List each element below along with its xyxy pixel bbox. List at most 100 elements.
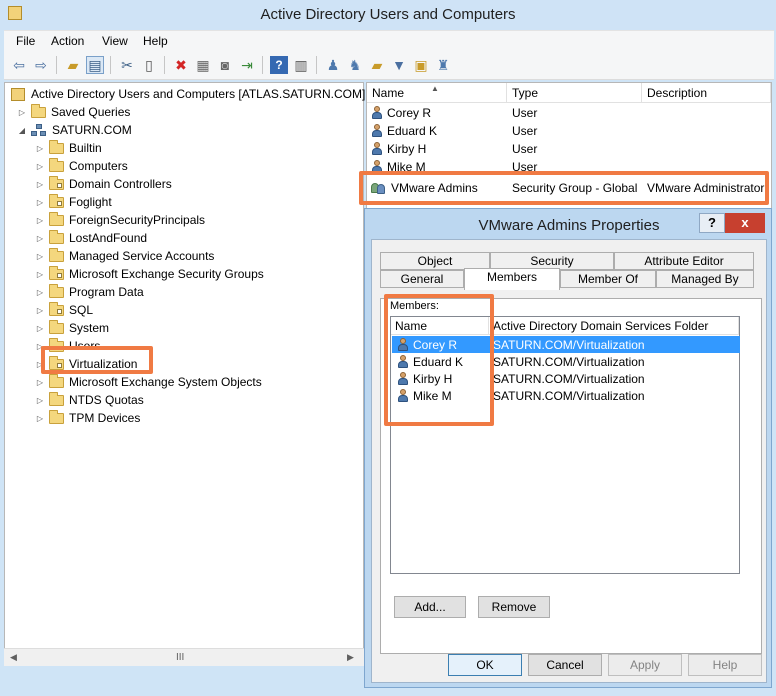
- domain-icon: [31, 123, 47, 137]
- add-button[interactable]: Add...: [394, 596, 466, 618]
- scroll-left-icon[interactable]: ◀: [10, 652, 17, 663]
- expand-arrow-icon[interactable]: ▷: [35, 216, 45, 225]
- tree-item-domain-controllers[interactable]: ▷ Domain Controllers: [35, 175, 172, 193]
- collapse-arrow-icon[interactable]: ◢: [17, 126, 27, 135]
- tree-item-label: Computers: [69, 159, 128, 173]
- column-header-description[interactable]: Description: [642, 83, 771, 103]
- properties-icon[interactable]: ▦: [194, 56, 212, 74]
- tree-item-sql[interactable]: ▷ SQL: [35, 301, 93, 319]
- tree-item-domain[interactable]: ◢ SATURN.COM: [17, 121, 132, 139]
- scroll-right-icon[interactable]: ▶: [347, 652, 354, 663]
- back-arrow-icon[interactable]: ⇦: [10, 56, 28, 74]
- tree-item-builtin[interactable]: ▷ Builtin: [35, 139, 102, 157]
- new-ou-icon[interactable]: ▰: [368, 56, 386, 74]
- tab-managed-by[interactable]: Managed By: [656, 270, 754, 288]
- tree-item-exchange-system-objects[interactable]: ▷ Microsoft Exchange System Objects: [35, 373, 262, 391]
- expand-arrow-icon[interactable]: ▷: [17, 108, 27, 117]
- expand-arrow-icon[interactable]: ▷: [35, 414, 45, 423]
- expand-arrow-icon[interactable]: ▷: [35, 162, 45, 171]
- remove-button[interactable]: Remove: [478, 596, 550, 618]
- refresh-icon[interactable]: ◙: [216, 56, 234, 74]
- expand-arrow-icon[interactable]: ▷: [35, 270, 45, 279]
- folder-icon: [49, 373, 64, 388]
- menu-bar: File Action View Help: [4, 30, 774, 50]
- tree-item-tpm-devices[interactable]: ▷ TPM Devices: [35, 409, 140, 427]
- tree-item-computers[interactable]: ▷ Computers: [35, 157, 128, 175]
- ok-button[interactable]: OK: [448, 654, 522, 676]
- folder-icon: [49, 391, 64, 406]
- highlight-members: [384, 294, 494, 426]
- help-icon[interactable]: ?: [270, 56, 288, 74]
- list-item-name: Kirby H: [387, 142, 427, 156]
- tree-root[interactable]: Active Directory Users and Computers [AT…: [11, 85, 365, 103]
- tree-item-label: SQL: [69, 303, 94, 317]
- forward-arrow-icon[interactable]: ⇨: [32, 56, 50, 74]
- show-console-tree-icon[interactable]: ▤: [86, 56, 104, 74]
- tree-item-saved-queries[interactable]: ▷ Saved Queries: [17, 103, 130, 121]
- folder-icon: [49, 319, 64, 334]
- console-tree[interactable]: Active Directory Users and Computers [AT…: [4, 82, 365, 666]
- new-group-icon[interactable]: ♞: [346, 56, 364, 74]
- close-button[interactable]: x: [725, 213, 765, 233]
- find-icon[interactable]: ▣: [412, 56, 430, 74]
- dialog-body: Object Security Attribute Editor General…: [371, 239, 767, 683]
- tree-item-program-data[interactable]: ▷ Program Data: [35, 283, 144, 301]
- list-item[interactable]: Kirby H User: [367, 140, 771, 158]
- up-folder-icon[interactable]: ▰: [64, 56, 82, 74]
- column-header-label: Description: [647, 86, 708, 100]
- menu-file[interactable]: File: [16, 34, 35, 48]
- list-item-name: Eduard K: [387, 124, 438, 138]
- filter-icon[interactable]: ▼: [390, 56, 408, 74]
- copy-icon[interactable]: ▯: [140, 56, 158, 74]
- tree-item-lost-and-found[interactable]: ▷ LostAndFound: [35, 229, 147, 247]
- horizontal-scrollbar[interactable]: ◀ III ▶: [4, 648, 364, 666]
- tree-item-system[interactable]: ▷ System: [35, 319, 109, 337]
- cut-icon[interactable]: ✂: [118, 56, 136, 74]
- add-to-group-icon[interactable]: ♜: [434, 56, 452, 74]
- action-pane-icon[interactable]: ▥: [292, 56, 310, 74]
- expand-arrow-icon[interactable]: ▷: [35, 252, 45, 261]
- tree-item-exchange-security-groups[interactable]: ▷ Microsoft Exchange Security Groups: [35, 265, 264, 283]
- expand-arrow-icon[interactable]: ▷: [35, 396, 45, 405]
- ou-folder-icon: [49, 175, 64, 190]
- tree-item-label: Saved Queries: [51, 105, 131, 119]
- help-button[interactable]: ?: [699, 213, 725, 233]
- ou-folder-icon: [49, 265, 64, 280]
- menu-help[interactable]: Help: [143, 34, 168, 48]
- tree-item-foreign-security-principals[interactable]: ▷ ForeignSecurityPrincipals: [35, 211, 205, 229]
- expand-arrow-icon[interactable]: ▷: [35, 288, 45, 297]
- expand-arrow-icon[interactable]: ▷: [35, 180, 45, 189]
- tab-attribute-editor[interactable]: Attribute Editor: [614, 252, 754, 270]
- tab-general[interactable]: General: [380, 270, 464, 288]
- expand-arrow-icon[interactable]: ▷: [35, 324, 45, 333]
- expand-arrow-icon[interactable]: ▷: [35, 378, 45, 387]
- tree-item-managed-service-accounts[interactable]: ▷ Managed Service Accounts: [35, 247, 214, 265]
- list-item[interactable]: Eduard K User: [367, 122, 771, 140]
- list-item-type: User: [512, 124, 538, 138]
- expand-arrow-icon[interactable]: ▷: [35, 198, 45, 207]
- apply-button[interactable]: Apply: [608, 654, 682, 676]
- scroll-thumb-grip[interactable]: III: [176, 652, 184, 663]
- delete-icon[interactable]: ✖: [172, 56, 190, 74]
- list-item-type: User: [512, 142, 538, 156]
- export-list-icon[interactable]: ⇥: [238, 56, 256, 74]
- menu-view[interactable]: View: [102, 34, 128, 48]
- tree-item-ntds-quotas[interactable]: ▷ NTDS Quotas: [35, 391, 144, 409]
- help-dialog-button[interactable]: Help: [688, 654, 762, 676]
- tab-members[interactable]: Members: [464, 268, 560, 290]
- expand-arrow-icon[interactable]: ▷: [35, 144, 45, 153]
- member-folder: SATURN.COM/Virtualization: [493, 354, 645, 369]
- cancel-button[interactable]: Cancel: [528, 654, 602, 676]
- tab-member-of[interactable]: Member Of: [560, 270, 656, 288]
- column-header-folder[interactable]: Active Directory Domain Services Folder: [489, 317, 739, 335]
- column-header-name[interactable]: Name ▲: [367, 83, 507, 103]
- column-header-type[interactable]: Type: [507, 83, 642, 103]
- expand-arrow-icon[interactable]: ▷: [35, 234, 45, 243]
- expand-arrow-icon[interactable]: ▷: [35, 306, 45, 315]
- column-header-label: Name: [372, 86, 405, 100]
- list-item[interactable]: Corey R User: [367, 104, 771, 122]
- tree-item-label: Domain Controllers: [69, 177, 172, 191]
- tree-item-foglight[interactable]: ▷ Foglight: [35, 193, 112, 211]
- new-user-icon[interactable]: ♟: [324, 56, 342, 74]
- menu-action[interactable]: Action: [51, 34, 84, 48]
